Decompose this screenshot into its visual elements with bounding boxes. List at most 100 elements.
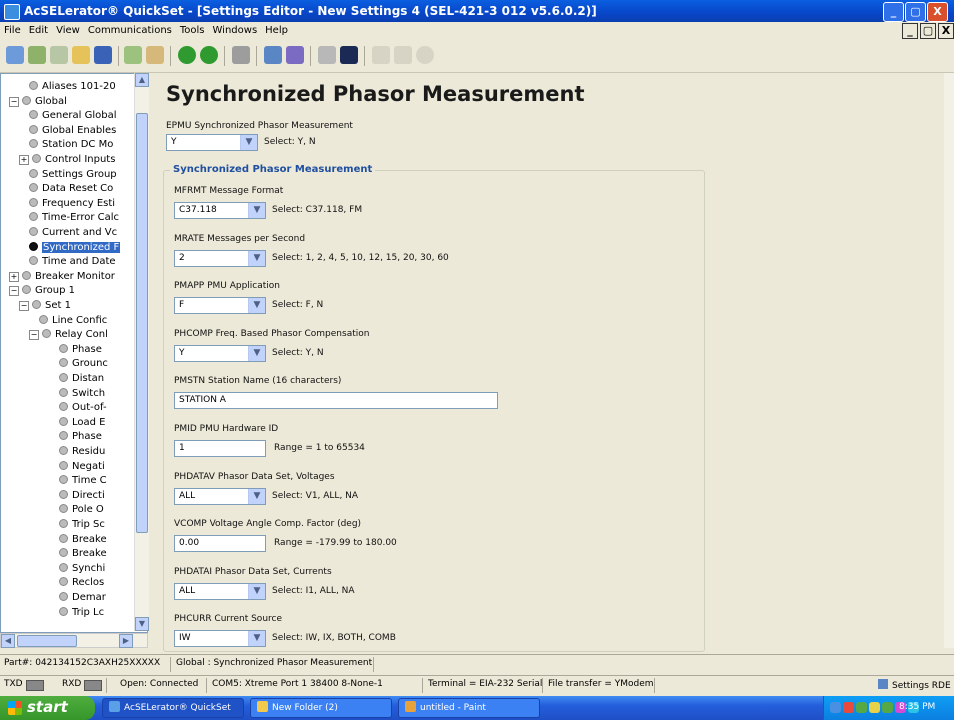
field-input[interactable]: 0.00 <box>174 535 266 553</box>
receive-icon[interactable] <box>286 46 304 64</box>
chevron-down-icon[interactable]: ▼ <box>240 135 257 150</box>
tray-icon[interactable] <box>856 702 867 713</box>
taskbar-button[interactable]: AcSELerator® QuickSet <box>102 698 244 718</box>
tree-item[interactable]: Current and Vc <box>29 226 117 239</box>
tree-item[interactable]: − Group 1 <box>9 284 75 297</box>
tree-item[interactable]: Frequency Esti <box>29 197 115 210</box>
mdi-close-button[interactable]: X <box>938 23 954 39</box>
tree-item[interactable]: Load E <box>59 416 106 429</box>
tree-item[interactable]: Line Confic <box>39 314 107 327</box>
tree-item[interactable]: Station DC Mo <box>29 138 113 151</box>
open-icon[interactable] <box>28 46 46 64</box>
list-icon[interactable] <box>394 46 412 64</box>
report-icon[interactable] <box>372 46 390 64</box>
maximize-button[interactable]: ▢ <box>905 2 926 22</box>
taskbar-button[interactable]: untitled - Paint <box>398 698 540 718</box>
tree-item[interactable]: Breake <box>59 533 107 546</box>
chevron-down-icon[interactable]: ▼ <box>248 631 265 647</box>
field-dropdown[interactable]: ALL ▼ <box>174 582 266 600</box>
settings-tree[interactable]: Aliases 101-20 − Global General Global Globa… <box>0 73 148 633</box>
tree-vertical-scrollbar[interactable]: ▲ ▼ <box>134 73 149 631</box>
field-dropdown[interactable]: C37.118 ▼ <box>174 202 266 219</box>
chevron-down-icon[interactable]: ▼ <box>248 298 265 314</box>
scroll-right-icon[interactable]: ▶ <box>119 634 133 648</box>
go-up-icon[interactable] <box>200 46 218 64</box>
folder-icon[interactable] <box>72 46 90 64</box>
export-icon[interactable] <box>146 46 164 64</box>
start-button[interactable]: start <box>0 696 95 720</box>
expand-icon[interactable]: + <box>9 271 19 282</box>
scroll-down-icon[interactable]: ▼ <box>135 617 149 631</box>
chevron-down-icon[interactable]: ▼ <box>248 488 265 504</box>
tree-horizontal-scrollbar[interactable]: ◀ ▶ <box>0 633 148 648</box>
tree-item[interactable]: Time C <box>59 474 107 487</box>
tree-item[interactable]: Synchi <box>59 562 105 575</box>
new-icon[interactable] <box>6 46 24 64</box>
tree-item[interactable]: + Control Inputs <box>19 153 115 166</box>
field-dropdown[interactable]: ALL ▼ <box>174 487 266 505</box>
tree-item[interactable]: Reclos <box>59 576 104 589</box>
tree-item[interactable]: Phase <box>59 343 102 356</box>
mdi-minimize-button[interactable]: _ <box>902 23 918 39</box>
epmu-dropdown[interactable]: Y ▼ <box>166 134 258 151</box>
chevron-down-icon[interactable]: ▼ <box>248 583 265 599</box>
tree-item[interactable]: Settings Group <box>29 168 117 181</box>
tree-item[interactable]: Breake <box>59 547 107 560</box>
terminal-icon[interactable] <box>318 46 336 64</box>
scroll-thumb[interactable] <box>136 113 148 533</box>
tree-item[interactable]: Distan <box>59 372 104 385</box>
save-icon[interactable] <box>94 46 112 64</box>
tree-item[interactable]: Phase <box>59 430 102 443</box>
chevron-down-icon[interactable]: ▼ <box>248 345 265 361</box>
tree-item[interactable]: Switch <box>59 387 105 400</box>
menu-windows[interactable]: Windows <box>209 22 262 36</box>
tree-item[interactable]: Residu <box>59 445 105 458</box>
tree-item[interactable]: Pole O <box>59 503 104 516</box>
tree-item[interactable]: Aliases 101-20 <box>29 80 116 93</box>
scroll-up-icon[interactable]: ▲ <box>135 73 149 87</box>
settings-icon[interactable] <box>232 46 250 64</box>
tree-item[interactable]: General Global <box>29 109 117 122</box>
tree-item[interactable]: Trip Sc <box>59 518 105 531</box>
collapse-icon[interactable]: − <box>29 330 39 341</box>
tree-item[interactable]: − Relay Conl <box>29 328 108 341</box>
collapse-icon[interactable]: − <box>9 96 19 107</box>
go-green-icon[interactable] <box>178 46 196 64</box>
tray-icon[interactable] <box>869 702 880 713</box>
tray-icon[interactable] <box>830 702 841 713</box>
tree-item[interactable]: Time-Error Calc <box>29 211 119 224</box>
menu-tools[interactable]: Tools <box>176 22 209 36</box>
tree-item[interactable]: Grounc <box>59 357 108 370</box>
scroll-thumb[interactable] <box>17 635 77 647</box>
field-dropdown[interactable]: IW ▼ <box>174 630 266 648</box>
tree-item[interactable]: Global Enables <box>29 124 116 137</box>
menu-file[interactable]: File <box>0 22 25 36</box>
field-input[interactable]: STATION A <box>174 392 498 410</box>
tree-item[interactable]: Trip Lc <box>59 606 104 619</box>
tray-icon[interactable] <box>843 702 854 713</box>
scroll-left-icon[interactable]: ◀ <box>1 634 15 648</box>
tray-icon[interactable] <box>882 702 893 713</box>
collapse-icon[interactable]: − <box>9 286 19 297</box>
minimize-button[interactable]: _ <box>883 2 904 22</box>
field-dropdown[interactable]: F ▼ <box>174 297 266 315</box>
menu-edit[interactable]: Edit <box>25 22 52 36</box>
field-dropdown[interactable]: 2 ▼ <box>174 249 266 267</box>
hmi-icon[interactable] <box>340 46 358 64</box>
tree-item[interactable]: − Global <box>9 95 67 108</box>
field-input[interactable]: 1 <box>174 440 266 457</box>
menu-help[interactable]: Help <box>261 22 292 36</box>
send-icon[interactable] <box>264 46 282 64</box>
mdi-restore-button[interactable]: ▢ <box>920 23 936 39</box>
tree-item[interactable]: Time and Date <box>29 255 116 268</box>
expand-icon[interactable]: + <box>19 155 29 165</box>
window-title-bar[interactable]: AcSELerator® QuickSet - [Settings Editor… <box>0 0 954 22</box>
tree-item[interactable]: Synchronized F <box>29 241 121 254</box>
close-button[interactable]: X <box>927 2 948 22</box>
taskbar-button[interactable]: New Folder (2) <box>250 698 392 718</box>
chevron-down-icon[interactable]: ▼ <box>248 203 265 218</box>
chevron-down-icon[interactable]: ▼ <box>248 250 265 266</box>
tree-item[interactable]: − Set 1 <box>19 299 71 312</box>
menu-view[interactable]: View <box>52 22 84 36</box>
editor-vertical-scrollbar[interactable] <box>944 73 954 648</box>
